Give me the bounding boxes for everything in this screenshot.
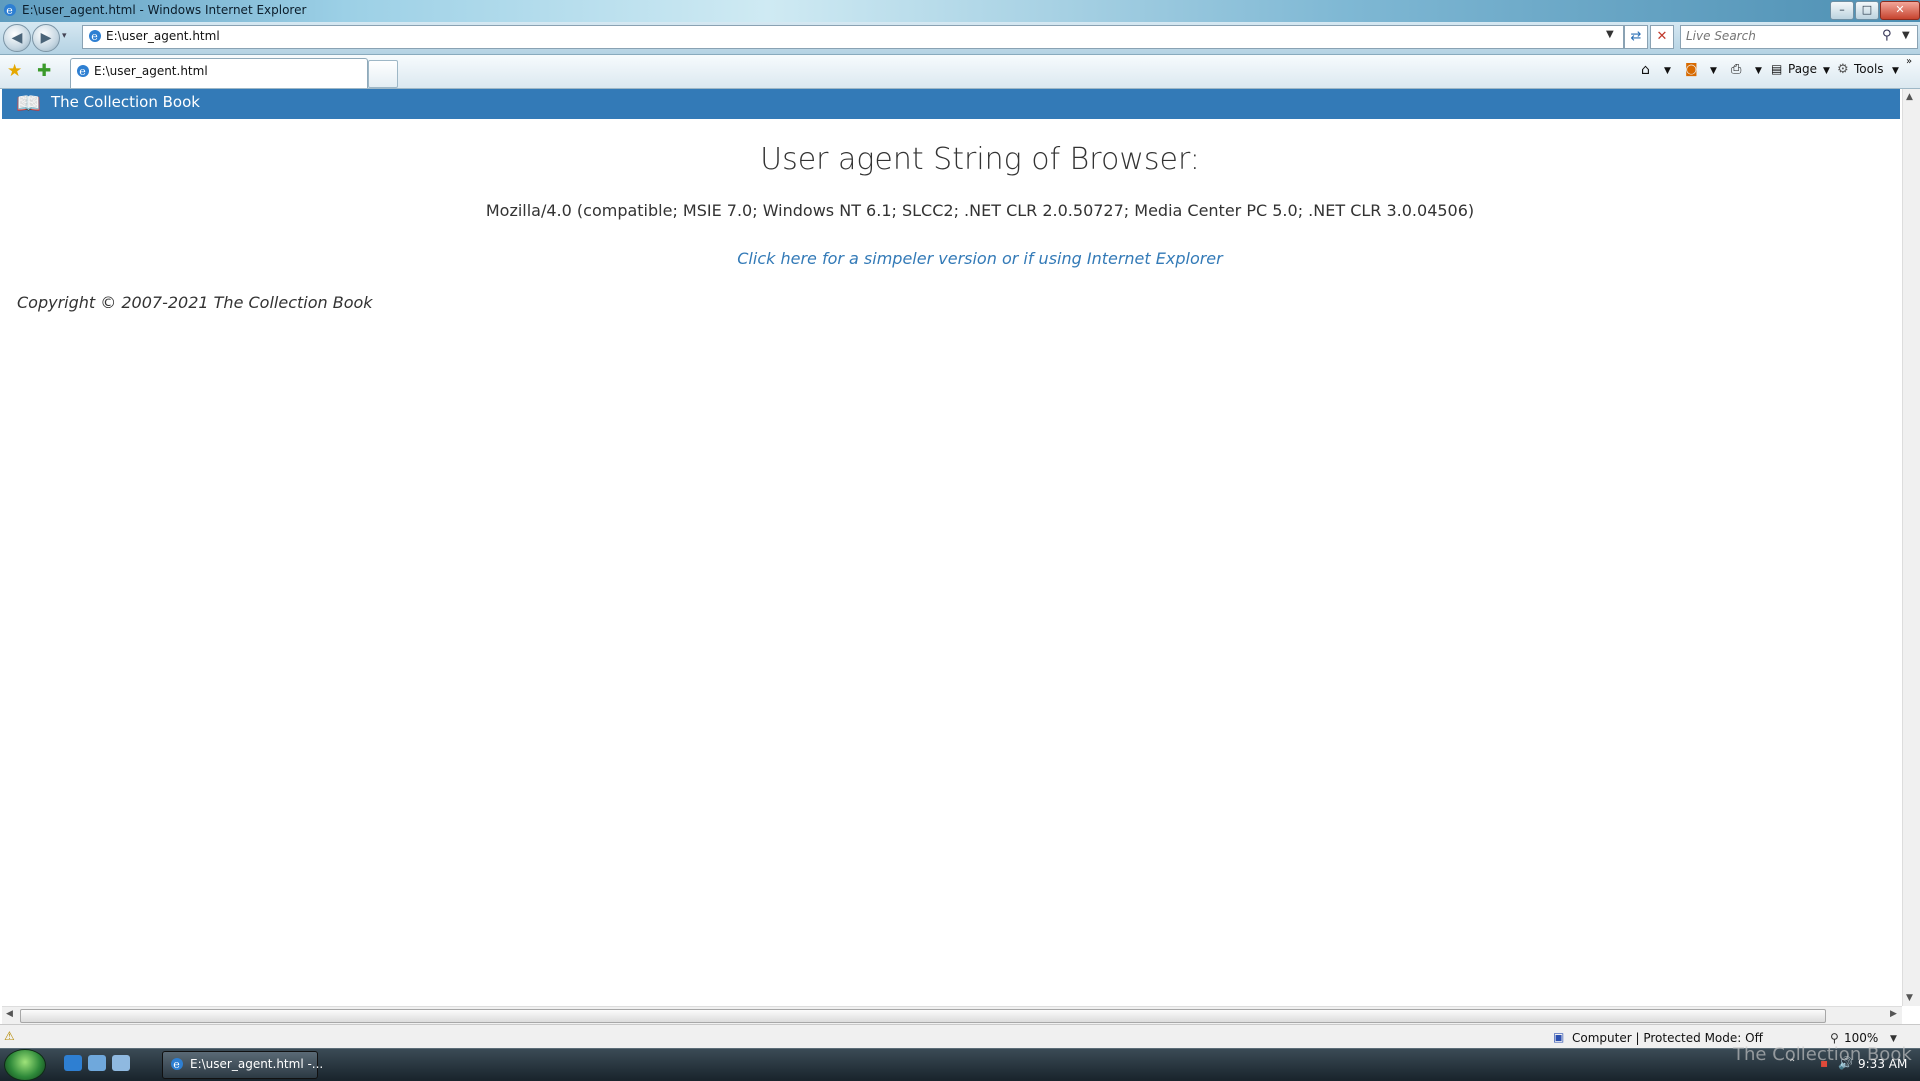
warning-icon[interactable]: ⚠: [4, 1029, 15, 1043]
feeds-dropdown-icon[interactable]: ▼: [1710, 66, 1717, 76]
scroll-left-icon[interactable]: ◀: [6, 1009, 13, 1019]
forward-button[interactable]: ▶: [32, 24, 60, 52]
refresh-button[interactable]: ⇄: [1624, 25, 1648, 49]
address-text[interactable]: E:\user_agent.html: [106, 29, 220, 43]
back-button[interactable]: ◀: [3, 24, 31, 52]
zoom-level[interactable]: 100%: [1844, 1031, 1878, 1045]
vertical-scrollbar[interactable]: [1902, 89, 1920, 1006]
watermark: The Collection Book: [1733, 1044, 1912, 1065]
taskbar-window-label: E:\user_agent.html -...: [190, 1057, 324, 1071]
page-icon: ▤: [1771, 62, 1783, 76]
tools-menu[interactable]: Tools: [1854, 62, 1884, 76]
security-zone-text[interactable]: Computer | Protected Mode: Off: [1572, 1031, 1763, 1045]
feeds-icon[interactable]: ◙: [1685, 62, 1698, 77]
add-favorites-icon[interactable]: ✚: [37, 61, 51, 81]
maximize-button[interactable]: □: [1855, 1, 1879, 20]
svg-text:e: e: [91, 30, 98, 43]
scroll-down-icon[interactable]: ▼: [1906, 993, 1913, 1003]
chevron-more-icon[interactable]: »: [1906, 56, 1912, 67]
quicklaunch-desktop-icon[interactable]: [88, 1055, 106, 1071]
window-title: E:\user_agent.html - Windows Internet Ex…: [22, 3, 307, 17]
back-icon: ◀: [11, 30, 23, 46]
copyright-text: Copyright © 2007-2021 The Collection Boo…: [17, 293, 373, 312]
refresh-icon: ⇄: [1630, 29, 1642, 44]
tools-gear-icon: ⚙: [1837, 62, 1849, 77]
scroll-right-icon[interactable]: ▶: [1890, 1009, 1897, 1019]
search-dropdown-icon[interactable]: ▼: [1902, 30, 1910, 41]
scroll-up-icon[interactable]: ▲: [1906, 92, 1913, 102]
site-navbar: [2, 89, 1900, 119]
tab-ie-icon: e: [77, 65, 89, 78]
simple-version-link[interactable]: Click here for a simpeler version or if …: [0, 249, 1920, 268]
book-icon: 📖: [16, 91, 41, 115]
minimize-button[interactable]: –: [1830, 1, 1854, 20]
history-dropdown-icon[interactable]: ▾: [62, 31, 67, 41]
user-agent-string: Mozilla/4.0 (compatible; MSIE 7.0; Windo…: [485, 201, 1475, 220]
computer-zone-icon: ▣: [1553, 1030, 1565, 1044]
stop-button[interactable]: ✕: [1650, 25, 1674, 49]
svg-text:e: e: [173, 1058, 180, 1071]
print-icon[interactable]: ⎙: [1731, 62, 1741, 77]
forward-icon: ▶: [40, 30, 52, 46]
svg-text:e: e: [79, 65, 86, 78]
close-button[interactable]: ✕: [1880, 1, 1920, 20]
zoom-dropdown-icon[interactable]: ▼: [1890, 1034, 1897, 1044]
ie-icon: e: [4, 4, 16, 17]
page-menu[interactable]: Page: [1788, 62, 1817, 76]
page-dropdown-icon[interactable]: ▼: [1823, 66, 1830, 76]
page-ie-icon: e: [89, 30, 101, 43]
tools-dropdown-icon[interactable]: ▼: [1892, 66, 1899, 76]
search-icon[interactable]: ⚲: [1882, 28, 1892, 43]
stop-icon: ✕: [1656, 29, 1668, 44]
address-bar[interactable]: [82, 25, 1624, 49]
start-orb-icon[interactable]: [4, 1049, 46, 1081]
zoom-icon: ⚲: [1830, 1031, 1839, 1045]
svg-text:e: e: [6, 4, 13, 17]
print-dropdown-icon[interactable]: ▼: [1755, 66, 1762, 76]
search-input[interactable]: [1686, 27, 1876, 45]
new-tab-button[interactable]: [368, 60, 398, 88]
quicklaunch-window-icon[interactable]: [112, 1055, 130, 1071]
favorites-star-icon[interactable]: ★: [7, 61, 22, 81]
home-dropdown-icon[interactable]: ▼: [1664, 66, 1671, 76]
taskbar-ie-icon: e: [171, 1058, 183, 1071]
page-heading: User agent String of Browser:: [760, 142, 1200, 177]
tab-label: E:\user_agent.html: [94, 64, 208, 78]
quicklaunch-ie-icon[interactable]: [64, 1055, 82, 1071]
home-icon[interactable]: ⌂: [1641, 62, 1650, 78]
address-dropdown-icon[interactable]: ▼: [1606, 29, 1614, 40]
site-brand[interactable]: The Collection Book: [51, 93, 200, 111]
horizontal-scroll-thumb[interactable]: [20, 1009, 1826, 1023]
